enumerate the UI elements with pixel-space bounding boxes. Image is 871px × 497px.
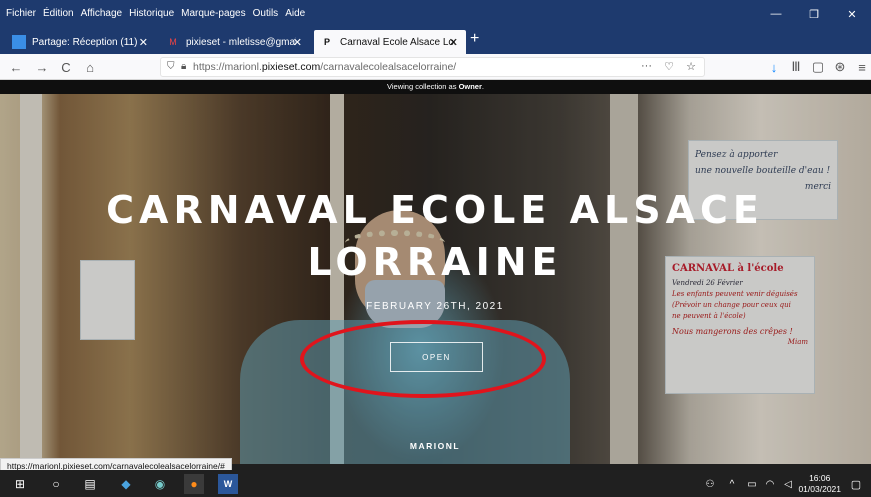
pocket-icon[interactable]: ♡ — [664, 60, 674, 73]
tab-label: Partage: Réception (11) — [32, 36, 138, 48]
pixieset-icon: P — [323, 37, 330, 47]
firefox-icon[interactable]: ● — [184, 474, 204, 494]
collection-title: CARNAVAL ECOLE ALSACE LORRAINE — [106, 188, 764, 284]
lock-icon[interactable]: 🔒︎ — [181, 61, 186, 72]
people-icon[interactable]: ⚇ — [700, 474, 720, 494]
chevron-up-icon[interactable]: ^ — [722, 474, 742, 494]
download-icon[interactable]: ↓ — [764, 58, 784, 76]
author-name: MARIONL — [409, 441, 461, 451]
sidebar-icon[interactable]: ▢ — [808, 58, 828, 76]
wifi-icon[interactable]: ◠ — [760, 474, 780, 494]
forward-icon[interactable]: → — [32, 58, 52, 76]
home-icon[interactable]: ⌂ — [80, 58, 100, 76]
outlook-icon — [12, 35, 26, 49]
menu-aide[interactable]: Aide — [285, 8, 305, 19]
cover-page: Pensez à apporter une nouvelle bouteille… — [0, 80, 871, 464]
reload-icon[interactable]: C — [56, 58, 76, 76]
gmail-icon: M — [169, 37, 177, 47]
hamburger-menu-icon[interactable]: ≡ — [852, 58, 871, 76]
close-window-button[interactable]: ✕ — [833, 0, 871, 28]
shield-icon[interactable]: ⛉ — [167, 61, 175, 72]
close-tab-icon[interactable]: ✕ — [449, 36, 458, 49]
menu-affichage[interactable]: Affichage — [81, 8, 123, 19]
close-tab-icon[interactable]: ✕ — [139, 36, 148, 49]
menu-edition[interactable]: Édition — [43, 8, 74, 19]
collection-date: FEBRUARY 26TH, 2021 — [366, 301, 504, 312]
maximize-button[interactable]: ❐ — [795, 0, 833, 28]
tab-bar: Partage: Réception (11) ✕ M pixieset - m… — [0, 28, 871, 54]
windows-start-icon[interactable]: ⊞ — [10, 474, 30, 494]
tab-carnaval[interactable]: P Carnaval Ecole Alsace Lorraine ✕ — [314, 30, 466, 54]
navigation-bar: ← → C ⌂ ⛉ 🔒︎ https://marionl.pixieset.co… — [0, 54, 871, 80]
close-tab-icon[interactable]: ✕ — [293, 36, 302, 49]
url-bar[interactable]: ⛉ 🔒︎ https://marionl.pixieset.com/carnav… — [160, 57, 705, 77]
new-tab-button[interactable]: + — [470, 30, 479, 48]
window-controls: — ❐ ✕ — [757, 0, 871, 28]
red-annotation-ellipse — [300, 320, 546, 398]
extension-icon[interactable]: ⊛ — [830, 58, 850, 76]
menu-marque-pages[interactable]: Marque-pages — [181, 8, 245, 19]
minimize-button[interactable]: — — [757, 0, 795, 28]
task-view-icon[interactable]: ▤ — [80, 474, 100, 494]
tab-label: pixieset - mletisse@gmail.com — [186, 36, 296, 48]
library-icon[interactable]: Ⅲ — [786, 58, 806, 76]
taskbar: ⊞ ○ ▤ ◆ ◉ ● W ⚇ ^ ▭ ◠ ◁ 16:06 01/03/2021… — [0, 470, 871, 497]
tab-label: Carnaval Ecole Alsace Lorraine — [340, 36, 455, 48]
title-bar: Fichier Édition Affichage Historique Mar… — [0, 0, 871, 28]
search-icon[interactable]: ○ — [46, 474, 66, 494]
volume-icon[interactable]: ◁ — [778, 474, 798, 494]
word-icon[interactable]: W — [218, 474, 238, 494]
back-icon[interactable]: ← — [6, 58, 26, 76]
url-text: https://marionl.pixieset.com/carnavaleco… — [193, 61, 457, 73]
notifications-icon[interactable]: ▢ — [846, 474, 866, 494]
vpn-icon[interactable]: ◆ — [116, 474, 136, 494]
menu-bar: Fichier Édition Affichage Historique Mar… — [6, 8, 305, 19]
battery-icon[interactable]: ▭ — [742, 474, 762, 494]
bookmark-star-icon[interactable]: ☆ — [686, 60, 696, 73]
owner-banner: Viewing collection as Owner. — [0, 80, 871, 94]
page-actions-icon[interactable]: ··· — [641, 60, 652, 72]
menu-historique[interactable]: Historique — [129, 8, 174, 19]
chrome-icon[interactable]: ◉ — [150, 474, 170, 494]
tab-outlook[interactable]: Partage: Réception (11) ✕ — [6, 30, 156, 54]
tab-gmail[interactable]: M pixieset - mletisse@gmail.com ✕ — [160, 30, 310, 54]
menu-fichier[interactable]: Fichier — [6, 8, 36, 19]
menu-outils[interactable]: Outils — [253, 8, 279, 19]
clock[interactable]: 16:06 01/03/2021 — [798, 473, 841, 495]
